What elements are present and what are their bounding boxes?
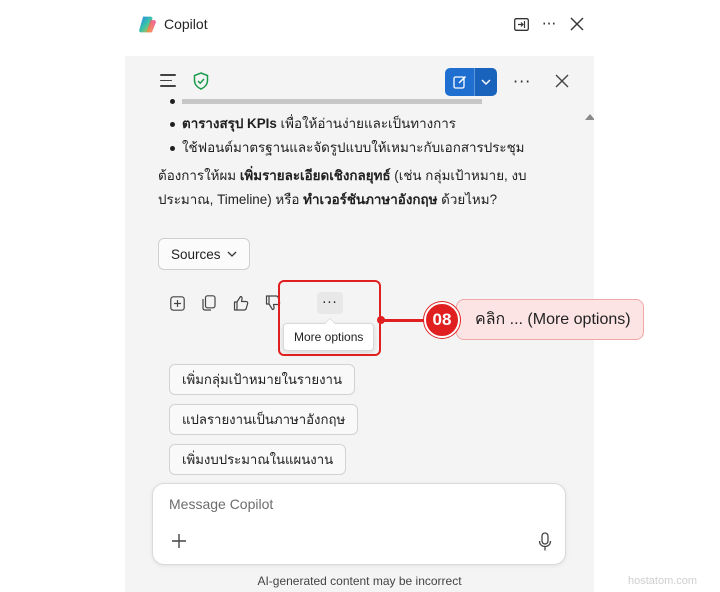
pane-more-icon[interactable]: ··· <box>513 72 531 91</box>
highlight-box <box>278 280 381 356</box>
microphone-icon[interactable] <box>537 532 553 552</box>
message-input[interactable] <box>169 494 539 514</box>
copilot-logo-icon <box>139 16 156 32</box>
window-controls: ··· <box>512 14 586 34</box>
suggestion-chip[interactable]: แปลรายงานเป็นภาษาอังกฤษ <box>169 404 359 435</box>
window-title: Copilot <box>137 12 208 36</box>
chevron-down-icon <box>481 79 491 85</box>
add-to-page-button[interactable] <box>161 292 193 314</box>
thumbs-up-icon <box>233 295 249 311</box>
copy-button[interactable] <box>193 292 225 314</box>
pane-close-icon[interactable] <box>553 72 571 90</box>
dock-icon[interactable] <box>512 14 530 34</box>
suggestion-chip[interactable]: เพิ่มงบประมาณในแผนงาน <box>169 444 347 475</box>
list-item: ใช้ฟอนต์มาตรฐานและจัดรูปแบบให้เหมาะกับเอ… <box>170 136 578 160</box>
new-chat-dropdown-button[interactable] <box>474 68 497 96</box>
window-title-text: Copilot <box>164 16 208 32</box>
compose-icon <box>452 75 466 89</box>
shield-icon[interactable] <box>193 72 209 90</box>
window-more-icon[interactable]: ··· <box>540 14 558 34</box>
message-actions <box>161 292 289 314</box>
scroll-up-arrow[interactable] <box>585 114 594 120</box>
bullet-list: ตารางสรุป KPIs เพื่อให้อ่านง่ายและเป็นทา… <box>170 96 578 160</box>
message-content: ตารางสรุป KPIs เพื่อให้อ่านง่ายและเป็นทา… <box>158 96 578 212</box>
window-close-icon[interactable] <box>568 14 586 34</box>
list-item: ตารางสรุป KPIs เพื่อให้อ่านง่ายและเป็นทา… <box>170 112 578 136</box>
disclaimer: AI-generated content may be incorrect <box>257 574 462 588</box>
new-chat-button[interactable] <box>445 68 474 96</box>
copy-icon <box>202 295 216 311</box>
sources-button[interactable]: Sources <box>158 238 250 270</box>
closing-paragraph: ต้องการให้ผม เพิ่มรายละเอียดเชิงกลยุทธ์ … <box>158 168 527 207</box>
sources-label: Sources <box>171 246 221 262</box>
callout-text: คลิก ... (More options) <box>475 311 631 328</box>
step-callout: คลิก ... (More options) <box>456 299 644 340</box>
like-button[interactable] <box>225 292 257 314</box>
composer <box>152 483 566 565</box>
chevron-down-icon <box>227 251 236 257</box>
list-item <box>170 96 578 112</box>
new-chat-group <box>445 68 497 96</box>
step-number-badge: 08 <box>424 302 460 338</box>
clipped-text-line <box>182 99 482 104</box>
watermark: hostatom.com <box>628 575 698 587</box>
add-square-icon <box>169 295 185 311</box>
plus-icon[interactable] <box>170 532 188 550</box>
suggestion-chip[interactable]: เพิ่มกลุ่มเป้าหมายในรายงาน <box>169 364 355 395</box>
menu-icon[interactable] <box>160 74 176 88</box>
